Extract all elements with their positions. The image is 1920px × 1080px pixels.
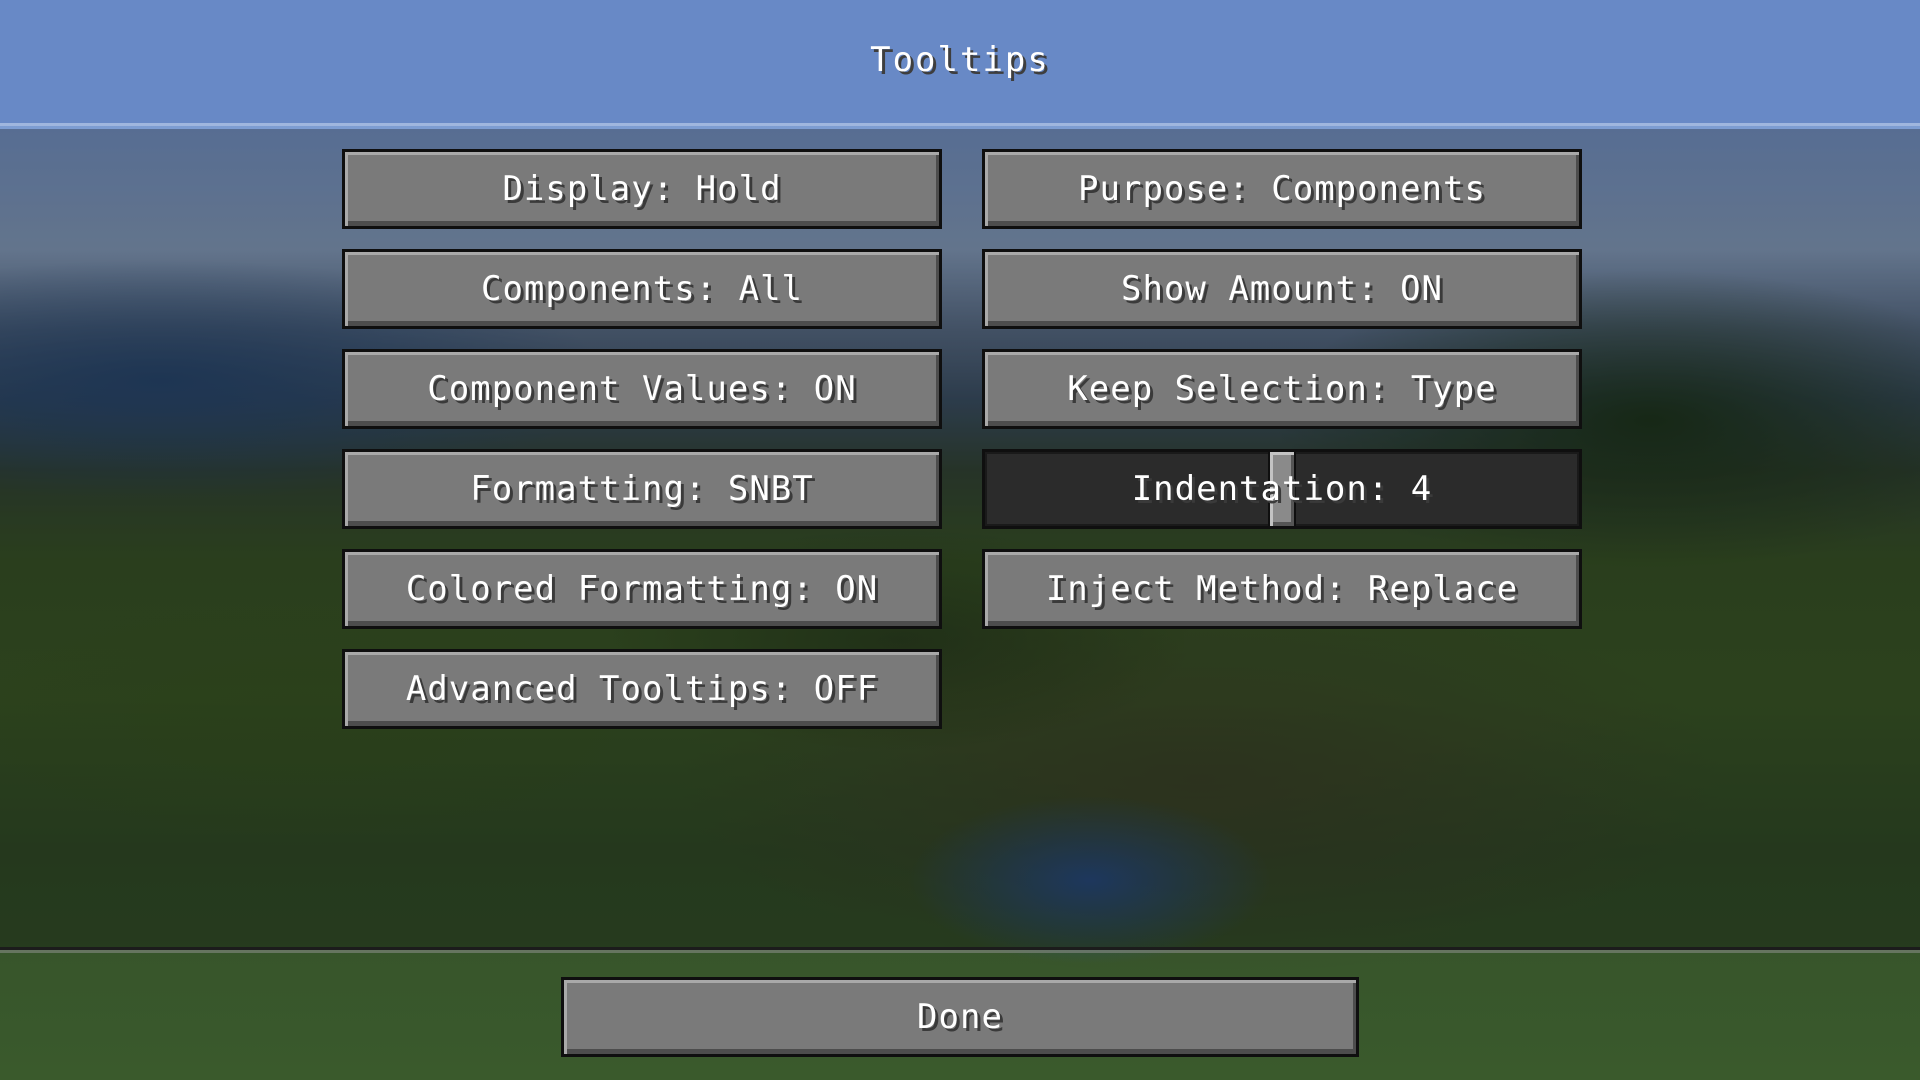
- formatting-button[interactable]: Formatting: SNBT: [342, 449, 942, 529]
- indentation-label: Indentation: 4: [1131, 469, 1433, 509]
- screen-title: Tooltips: [870, 40, 1050, 80]
- display-mode-button[interactable]: Display: Hold: [342, 149, 942, 229]
- inject-method-button[interactable]: Inject Method: Replace: [982, 549, 1582, 629]
- options-list: Display: Hold Components: All Component …: [0, 129, 1920, 953]
- done-button[interactable]: Done: [561, 977, 1359, 1057]
- advanced-tooltips-button[interactable]: Advanced Tooltips: OFF: [342, 649, 942, 729]
- show-amount-button[interactable]: Show Amount: ON: [982, 249, 1582, 329]
- colored-formatting-button[interactable]: Colored Formatting: ON: [342, 549, 942, 629]
- header-bar: Tooltips: [0, 0, 1920, 126]
- indentation-slider[interactable]: Indentation: 4: [982, 449, 1582, 529]
- purpose-button[interactable]: Purpose: Components: [982, 149, 1582, 229]
- keep-selection-button[interactable]: Keep Selection: Type: [982, 349, 1582, 429]
- component-values-button[interactable]: Component Values: ON: [342, 349, 942, 429]
- components-button[interactable]: Components: All: [342, 249, 942, 329]
